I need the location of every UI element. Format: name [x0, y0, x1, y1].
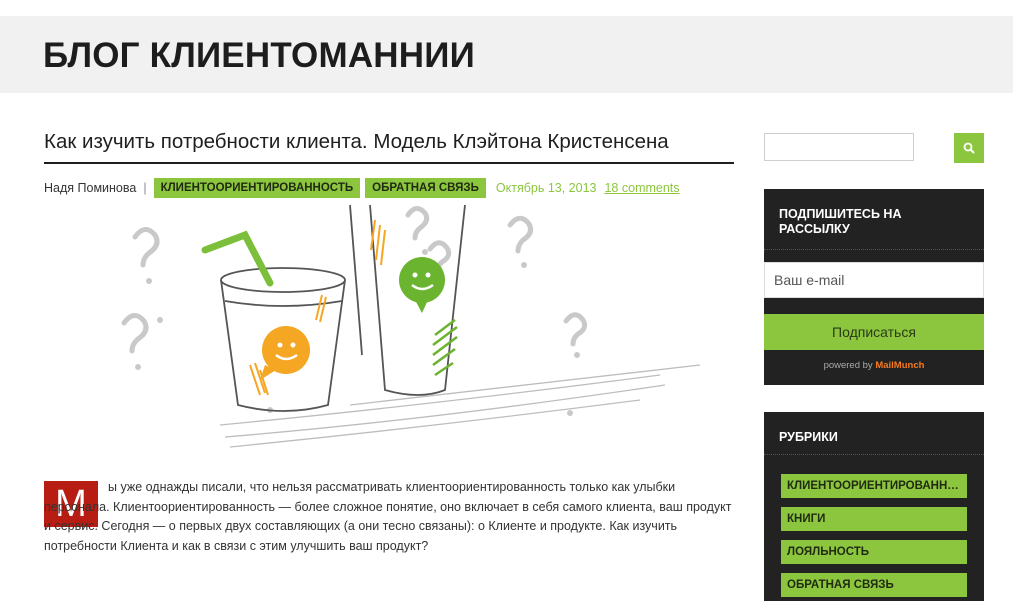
subscribe-button[interactable]: Подписаться — [764, 314, 984, 350]
post-tag[interactable]: ОБРАТНАЯ СВЯЗЬ — [365, 178, 486, 198]
subscribe-widget: ПОДПИШИТЕСЬ НА РАССЫЛКУ Ваш e-mail Подпи… — [764, 189, 984, 385]
powered-brand[interactable]: MailMunch — [875, 360, 924, 371]
comments-link[interactable]: 18 comments — [604, 181, 679, 195]
rubric-item[interactable]: ЛОЯЛЬНОСТЬ — [781, 540, 967, 564]
rubric-item[interactable]: КЛИЕНТООРИЕНТИРОВАННОСТЬ — [781, 474, 967, 498]
search-icon — [963, 142, 975, 154]
rubrics-title: РУБРИКИ — [779, 430, 838, 444]
post-title[interactable]: Как изучить потребности клиента. Модель … — [44, 129, 669, 155]
subscribe-title: ПОДПИШИТЕСЬ НА РАССЫЛКУ — [779, 207, 902, 236]
post-tag[interactable]: КЛИЕНТООРИЕНТИРОВАННОСТЬ — [153, 178, 361, 198]
rubric-item[interactable]: КНИГИ — [781, 507, 967, 531]
post-excerpt: ы уже однажды писали, что нельзя рассмат… — [44, 478, 734, 556]
title-divider — [44, 162, 734, 164]
post-author[interactable]: Надя Поминова — [44, 181, 136, 195]
rubric-item[interactable]: ОБРАТНАЯ СВЯЗЬ — [781, 573, 967, 597]
site-title[interactable]: БЛОГ КЛИЕНТОМАННИИ — [43, 36, 475, 76]
post-meta: Надя Поминова | КЛИЕНТООРИЕНТИРОВАННОСТЬ… — [44, 178, 680, 198]
powered-by[interactable]: powered by MailMunch — [764, 360, 984, 371]
excerpt-text: персонала. Клиентоориентированность — бо… — [44, 499, 732, 553]
widget-divider — [764, 249, 984, 251]
site-header: БЛОГ КЛИЕНТОМАННИИ — [0, 16, 1013, 93]
rubrics-widget: РУБРИКИ КЛИЕНТООРИЕНТИРОВАННОСТЬ КНИГИ Л… — [764, 412, 984, 601]
email-field[interactable]: Ваш e-mail — [764, 262, 984, 298]
excerpt-first-line: ы уже однажды писали, что нельзя рассмат… — [108, 480, 676, 494]
post-date[interactable]: Октябрь 13, 2013 — [496, 181, 597, 195]
post-illustration — [121, 205, 701, 448]
meta-separator: | — [143, 181, 147, 195]
search-button[interactable] — [954, 133, 984, 163]
powered-prefix: powered by — [823, 360, 873, 371]
search-input[interactable] — [764, 133, 914, 161]
widget-divider — [764, 454, 984, 456]
